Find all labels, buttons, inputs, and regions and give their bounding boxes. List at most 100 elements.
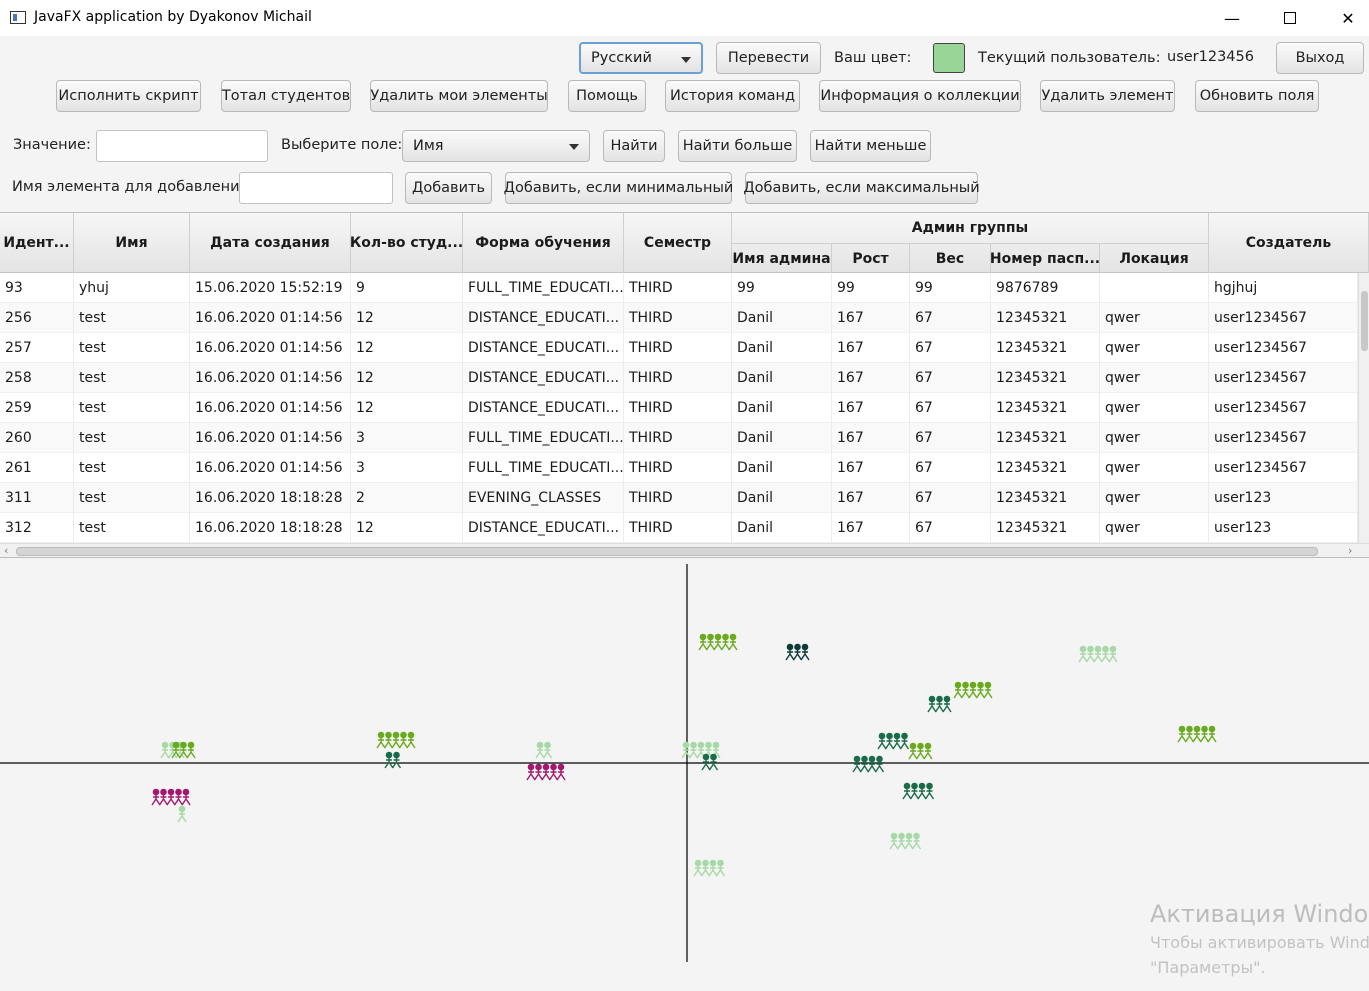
student-group-marker[interactable] [1177, 725, 1217, 743]
figure-head [868, 755, 876, 763]
figure-head [182, 788, 190, 796]
column-header-weight[interactable]: Вес [910, 243, 991, 273]
column-header-creator[interactable]: Создатель [1209, 213, 1369, 273]
close-button[interactable]: ✕ [1319, 0, 1369, 36]
maximize-button[interactable] [1261, 0, 1319, 36]
total-students-button[interactable]: Тотал студентов [221, 80, 351, 112]
figure-body [915, 749, 926, 760]
column-header-passport[interactable]: Номер пасп... [991, 243, 1100, 273]
refresh-fields-button[interactable]: Обновить поля [1195, 80, 1319, 112]
column-header-form-of-education[interactable]: Форма обучения [463, 213, 624, 273]
table-row[interactable]: 261 test 16.06.2020 01:14:56 3 FULL_TIME_EDU… [0, 453, 1358, 483]
horizontal-scrollbar-thumb[interactable] [16, 547, 1318, 556]
table-cell: 93 [0, 273, 74, 303]
table-cell: 257 [0, 333, 74, 363]
student-group-marker[interactable] [535, 741, 553, 759]
figure-head [977, 681, 984, 689]
figure-body [1207, 732, 1217, 743]
table-row[interactable]: 93 yhuj 15.06.2020 15:52:19 9 FULL_TIME_EDUC… [0, 273, 1358, 303]
student-group-marker[interactable] [889, 832, 922, 850]
table-cell: user1234567 [1209, 303, 1358, 333]
table-row[interactable]: 312 test 16.06.2020 18:18:28 12 DISTANCE_EDU… [0, 513, 1358, 543]
table-row[interactable]: 260 test 16.06.2020 01:14:56 3 FULL_TIME_EDU… [0, 423, 1358, 453]
figure-head [898, 832, 905, 840]
figure-body [166, 795, 176, 806]
student-group-marker[interactable] [927, 695, 952, 713]
student-group-marker[interactable] [852, 755, 885, 773]
execute-script-button[interactable]: Исполнить скрипт [56, 80, 201, 112]
add-if-max-button[interactable]: Добавить, если максимальный [743, 172, 980, 204]
figure-head [400, 731, 407, 739]
column-header-creation-date[interactable]: Дата создания [190, 213, 351, 273]
column-header-height[interactable]: Рост [832, 243, 910, 273]
table-row[interactable]: 311 test 16.06.2020 18:18:28 2 EVENING_CLASS… [0, 483, 1358, 513]
column-header-admin-name[interactable]: Имя админа [732, 243, 832, 273]
table-cell: 99 [910, 273, 991, 303]
figure-head [905, 832, 913, 840]
find-greater-button[interactable]: Найти больше [678, 130, 797, 162]
vertical-scrollbar[interactable] [1358, 273, 1369, 543]
table-row[interactable]: 258 test 16.06.2020 01:14:56 12 DISTANCE_EDU… [0, 363, 1358, 393]
column-header-student-count[interactable]: Кол-во студ... [351, 213, 463, 273]
figure-head [160, 788, 167, 796]
column-header-id[interactable]: Идент... [0, 213, 74, 273]
figure-head [392, 731, 400, 739]
help-button[interactable]: Помощь [568, 80, 646, 112]
student-group-marker[interactable] [693, 859, 726, 877]
student-group-marker[interactable] [908, 742, 933, 760]
delete-element-button[interactable]: Удалить элемент [1040, 80, 1175, 112]
delete-my-elements-button[interactable]: Удалить мои элементы [370, 80, 548, 112]
table-cell: 167 [832, 453, 910, 483]
student-group-marker[interactable] [701, 753, 719, 771]
table-cell: user123 [1209, 513, 1358, 543]
figure-head [1186, 725, 1193, 733]
add-name-input[interactable] [239, 172, 393, 204]
student-group-marker[interactable] [953, 681, 993, 699]
collection-info-button[interactable]: Информация о коллекции [819, 80, 1021, 112]
column-header-location[interactable]: Локация [1100, 243, 1209, 273]
figure-head [699, 633, 707, 641]
student-group-marker[interactable] [785, 643, 810, 661]
language-select[interactable]: Русский [579, 42, 703, 74]
field-select[interactable]: Имя [402, 130, 590, 162]
command-history-button[interactable]: История команд [665, 80, 800, 112]
student-group-marker[interactable] [1078, 645, 1118, 663]
close-icon: ✕ [1341, 8, 1355, 28]
students-table[interactable]: Идент... Имя Дата создания Кол-во студ..… [0, 212, 1369, 558]
student-group-marker[interactable] [902, 782, 935, 800]
student-group-marker[interactable] [384, 751, 402, 769]
figure-body [924, 789, 935, 800]
column-header-semester[interactable]: Семестр [624, 213, 732, 273]
student-group-marker[interactable] [151, 788, 191, 806]
find-button[interactable]: Найти [603, 130, 665, 162]
figure-body [728, 640, 738, 651]
student-group-marker[interactable] [376, 731, 416, 749]
student-group-marker[interactable] [877, 732, 910, 750]
table-cell: 16.06.2020 18:18:28 [190, 513, 351, 543]
add-button[interactable]: Добавить [405, 172, 492, 204]
find-less-button[interactable]: Найти меньше [810, 130, 931, 162]
minimize-button[interactable]: — [1203, 0, 1261, 36]
logout-button[interactable]: Выход [1276, 42, 1364, 74]
table-cell: 12 [351, 303, 463, 333]
table-cell: Danil [732, 513, 832, 543]
scroll-left-icon[interactable]: ‹ [4, 544, 8, 557]
table-row[interactable]: 259 test 16.06.2020 01:14:56 12 DISTANCE_EDU… [0, 393, 1358, 423]
table-cell: 12345321 [991, 453, 1100, 483]
figure-head [535, 763, 542, 771]
scroll-right-icon[interactable]: › [1348, 544, 1352, 557]
figure-head [1178, 725, 1186, 733]
table-row[interactable]: 256 test 16.06.2020 01:14:56 12 DISTANCE_EDU… [0, 303, 1358, 333]
table-cell: Danil [732, 423, 832, 453]
value-input[interactable] [96, 130, 268, 162]
table-cell: 12345321 [991, 363, 1100, 393]
translate-button[interactable]: Перевести [716, 42, 821, 74]
student-group-marker[interactable] [698, 633, 738, 651]
table-row[interactable]: 257 test 16.06.2020 01:14:56 12 DISTANCE_EDU… [0, 333, 1358, 363]
column-header-name[interactable]: Имя [74, 213, 190, 273]
student-group-marker[interactable] [526, 763, 566, 781]
student-group-marker[interactable] [177, 805, 187, 823]
vertical-scrollbar-thumb[interactable] [1361, 291, 1368, 351]
add-if-min-button[interactable]: Добавить, если минимальный [504, 172, 733, 204]
horizontal-scrollbar[interactable]: ‹ › [0, 543, 1369, 557]
